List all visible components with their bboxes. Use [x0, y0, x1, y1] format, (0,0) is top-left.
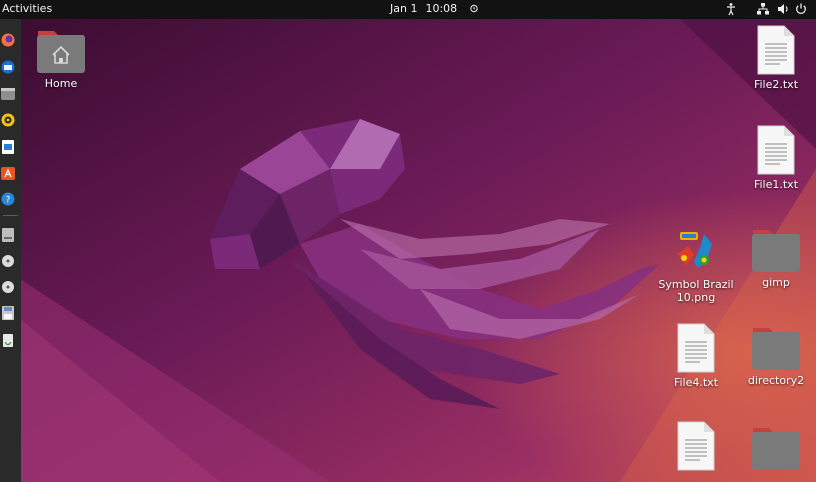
power-icon[interactable]: [794, 2, 808, 16]
clock[interactable]: Jan 1 10:08: [390, 2, 479, 15]
text-file-icon: [757, 25, 795, 75]
icon-label: directory2: [747, 374, 805, 387]
top-bar: Activities Jan 1 10:08: [0, 0, 816, 19]
text-file-icon: [677, 323, 715, 373]
folder-icon: [752, 428, 800, 470]
thunderbird-icon[interactable]: [0, 56, 21, 78]
text-file-icon: [757, 125, 795, 175]
desktop-icon-directory-partial[interactable]: [736, 424, 816, 472]
help-icon[interactable]: ?: [0, 188, 21, 210]
dock: ?: [0, 19, 21, 482]
desktop-icon-directory2[interactable]: directory2: [736, 324, 816, 387]
time-label: 10:08: [425, 2, 458, 15]
icon-label-line2: 10.png: [676, 291, 716, 304]
firefox-icon[interactable]: [0, 29, 21, 51]
desktop-icon-file3-partial[interactable]: [656, 420, 736, 472]
optical-disc-icon[interactable]: [0, 276, 21, 298]
alarm-icon: [469, 4, 478, 13]
desktop-icon-file2[interactable]: File2.txt: [736, 24, 816, 91]
image-thumbnail-icon: [678, 232, 712, 268]
date-label: Jan 1: [390, 2, 418, 15]
desktop-icon-file4[interactable]: File4.txt: [656, 322, 736, 389]
icon-label: Home: [44, 77, 78, 90]
trash-icon[interactable]: [0, 329, 21, 351]
optical-disc-icon[interactable]: [0, 250, 21, 272]
desktop-icon-symbol-brazil[interactable]: Symbol Brazil 10.png: [656, 228, 736, 304]
rhythmbox-icon[interactable]: [0, 109, 21, 131]
icon-label: Symbol Brazil 10.png: [656, 278, 736, 304]
home-folder-icon: [37, 31, 85, 73]
icon-label: File2.txt: [753, 78, 799, 91]
svg-text:?: ?: [6, 196, 11, 206]
files-icon[interactable]: [0, 83, 21, 105]
icon-label: gimp: [762, 276, 790, 289]
text-file-icon: [677, 421, 715, 471]
volume-icon[interactable]: [776, 2, 790, 16]
folder-icon: [752, 230, 800, 272]
disk-drive-icon[interactable]: [0, 224, 21, 246]
accessibility-icon[interactable]: [724, 2, 738, 16]
desktop-icon-file1[interactable]: File1.txt: [736, 124, 816, 191]
folder-icon: [752, 328, 800, 370]
icon-label-line1: Symbol Brazil: [658, 278, 734, 291]
libreoffice-writer-icon[interactable]: [0, 136, 21, 158]
software-center-icon[interactable]: [0, 162, 21, 184]
dock-separator: [3, 215, 18, 216]
network-icon[interactable]: [756, 2, 770, 16]
desktop-icon-home[interactable]: Home: [21, 27, 101, 90]
icon-label: File1.txt: [753, 178, 799, 191]
desktop-icon-gimp[interactable]: gimp: [736, 226, 816, 289]
activities-button[interactable]: Activities: [2, 2, 52, 15]
icon-label: File4.txt: [673, 376, 719, 389]
floppy-save-icon[interactable]: [0, 302, 21, 324]
